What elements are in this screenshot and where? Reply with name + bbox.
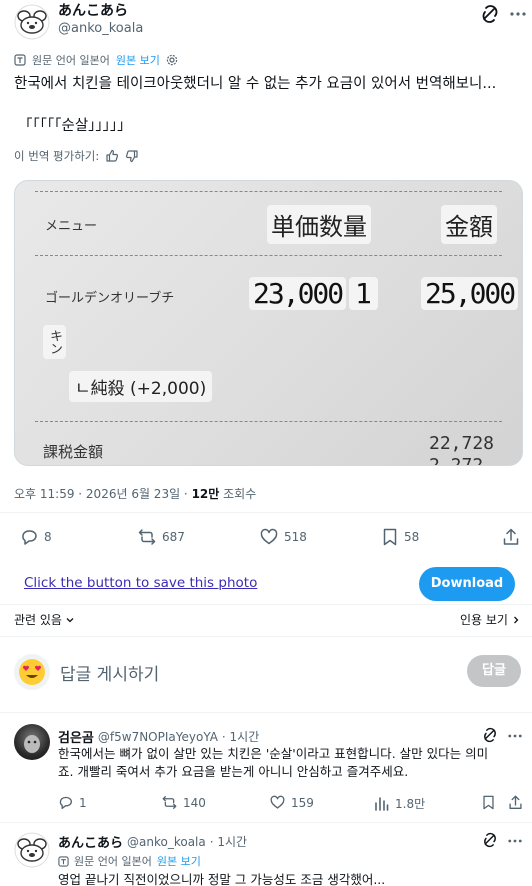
post-text-line2: 「「「「「순살」」」」」 (18, 118, 132, 134)
reply-count: 8 (44, 530, 52, 544)
bookmark-icon (483, 795, 494, 810)
current-user-avatar (14, 654, 50, 690)
reply-reply-count: 1 (79, 795, 87, 810)
like-count: 518 (284, 530, 307, 544)
bookmark-count: 58 (404, 530, 420, 544)
reply-author-handle[interactable]: @f5w7NOPIaYeyoYA (98, 730, 218, 744)
reply2-more-icon[interactable] (508, 839, 522, 843)
download-button[interactable]: Download (419, 567, 515, 601)
save-photo-link[interactable]: Click the button to save this photo (24, 575, 257, 591)
views-count: 12만 (191, 487, 220, 501)
heart-eyes-emoji-icon (19, 659, 45, 685)
reply-submit-button[interactable]: 답글 (467, 655, 521, 687)
view-quotes-link[interactable]: 인용 보기 (460, 611, 521, 628)
more-icon[interactable] (510, 12, 526, 16)
translate-icon (58, 855, 69, 867)
reply-author-name[interactable]: 검은곰 (58, 727, 94, 746)
chevron-down-icon (66, 617, 74, 622)
reply-like-count: 159 (291, 795, 314, 810)
reply-icon (59, 796, 72, 809)
rate-translation-label: 이 번역 평가하기: (14, 149, 100, 163)
view-quotes-label: 인용 보기 (460, 613, 508, 627)
bookmark-button[interactable]: 58 (382, 528, 419, 546)
repost-button[interactable]: 687 (138, 528, 185, 546)
bear-avatar-icon (24, 735, 40, 753)
reply-avatar[interactable] (14, 724, 50, 760)
reply-icon (22, 530, 37, 545)
reply-text-line2: 죠. 개빨리 죽여서 추가 요금을 받는게 아니니 안심하고 즐겨주세요. (58, 764, 409, 779)
reply-repost-count: 140 (183, 795, 206, 810)
receipt-option: ㄴ純殺 (+2,000) (69, 371, 213, 402)
receipt-menu-label: メニュー (45, 219, 98, 234)
receipt-total: 25,000 (421, 277, 519, 310)
related-dropdown[interactable]: 관련 있음 (14, 611, 75, 628)
views-label: 조회수 (219, 487, 257, 501)
reply-avatar-2[interactable] (14, 832, 50, 868)
koala-avatar-icon (14, 832, 50, 868)
heart-icon (260, 528, 278, 545)
reply-views-button[interactable]: 1.8만 (374, 795, 425, 812)
receipt-item-name: ゴールデンオリーブチ (45, 291, 175, 306)
reply2-translate-label: 원문 언어 일본어 (74, 855, 152, 868)
analytics-icon (375, 797, 389, 811)
heart-icon (270, 795, 285, 809)
reply-text-line1: 한국에서는 뼈가 없이 살만 있는 치킨은 '순살'이라고 표현합니다. 살만 … (58, 746, 489, 761)
share-icon (509, 795, 522, 809)
receipt-item-name-cont: キン (43, 325, 66, 359)
share-icon (503, 528, 519, 545)
receipt-amount-label: 金額 (441, 205, 497, 244)
receipt-price-qty-label: 単価数量 (267, 205, 371, 244)
reply-repost-button[interactable]: 140 (162, 795, 206, 810)
reply2-time[interactable]: · 1시간 (210, 833, 247, 850)
reply-button[interactable]: 8 (20, 528, 52, 546)
bookmark-icon (383, 528, 397, 546)
receipt-tax-label: 課税金額 (43, 443, 104, 461)
receipt-tax-value: 22,728 (429, 433, 495, 454)
reply-share-button[interactable] (508, 795, 523, 810)
share-button[interactable] (502, 528, 520, 546)
reply-bookmark-button[interactable] (482, 795, 495, 810)
gear-icon[interactable] (166, 54, 178, 66)
reply2-author-name[interactable]: あんこあら (58, 832, 123, 851)
post-timestamp: 오후 11:59 · 2026년 6월 23일 · 12만 조회수 (14, 485, 256, 502)
receipt-photo[interactable]: メニュー 単価数量 金額 ゴールデンオリーブチ 23,000 1 25,000 … (14, 180, 523, 466)
reply2-view-original-link[interactable]: 원본 보기 (157, 853, 201, 869)
reply-like-button[interactable]: 159 (270, 795, 314, 810)
timestamp-text: 오후 11:59 · 2026년 6월 23일 · (14, 487, 192, 501)
reply2-author-handle[interactable]: @anko_koala (127, 835, 206, 849)
chevron-right-icon (514, 616, 519, 623)
repost-icon (138, 529, 156, 545)
receipt-tax-value-2: 2,272 (429, 455, 484, 466)
reply-time[interactable]: · 1시간 (222, 728, 259, 745)
view-original-link[interactable]: 원본 보기 (116, 52, 160, 68)
receipt-qty: 1 (349, 277, 378, 310)
koala-avatar-icon (14, 4, 50, 40)
receipt-unit-price: 23,000 (249, 277, 347, 310)
grok-icon[interactable] (480, 4, 500, 24)
reply-reply-button[interactable]: 1 (58, 795, 87, 810)
repost-count: 687 (162, 530, 185, 544)
thumbs-down-icon[interactable] (125, 149, 139, 163)
like-button[interactable]: 518 (260, 528, 307, 546)
translate-label: 원문 언어 일본어 (32, 54, 110, 67)
reply-views-count: 1.8만 (395, 797, 426, 811)
avatar[interactable] (14, 4, 50, 40)
repost-icon (162, 796, 177, 809)
reply-input[interactable]: 답글 게시하기 (60, 660, 159, 685)
reply2-grok-icon[interactable] (482, 832, 498, 848)
author-handle[interactable]: @anko_koala (58, 20, 143, 38)
translate-icon (14, 54, 26, 66)
reply2-text: 영업 끝나기 직전이었으니까 정말 그 가능성도 조금 생각했어... (58, 872, 386, 886)
author-name[interactable]: あんこあら (58, 2, 143, 20)
related-label: 관련 있음 (14, 613, 62, 627)
reply-grok-icon[interactable] (482, 727, 498, 743)
post-text: 한국에서 치킨을 테이크아웃했더니 알 수 없는 추가 요금이 있어서 번역해보… (14, 76, 497, 92)
thumbs-up-icon[interactable] (105, 149, 119, 163)
reply-more-icon[interactable] (508, 734, 522, 738)
